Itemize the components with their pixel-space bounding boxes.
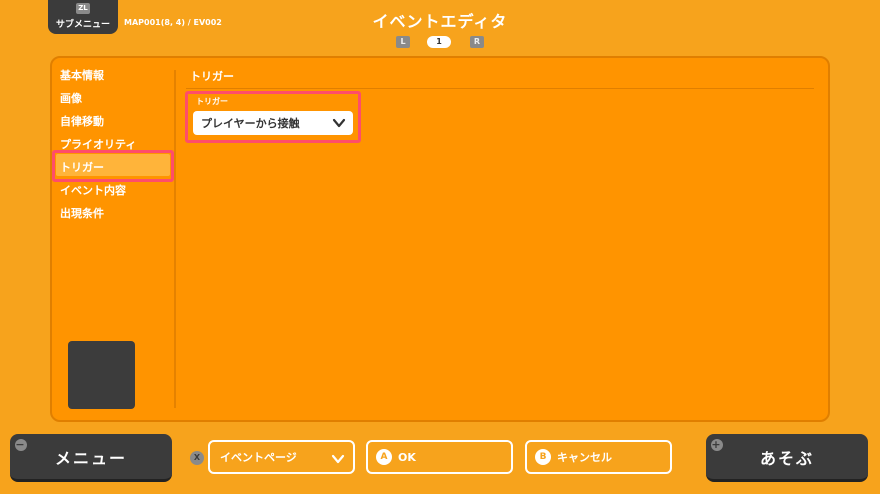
menu-button[interactable]: − メニュー <box>10 434 172 482</box>
sidebar-item-trigger[interactable]: トリガー <box>60 159 104 175</box>
ok-button[interactable]: A OK <box>366 440 513 474</box>
cancel-button-label: キャンセル <box>557 451 612 464</box>
chevron-down-icon <box>331 454 345 464</box>
trigger-select-value: プレイヤーから接触 <box>201 117 300 130</box>
page-title: イベントエディタ <box>372 12 508 31</box>
trigger-field-label: トリガー <box>196 97 228 106</box>
a-key-icon: A <box>376 449 392 465</box>
cancel-button[interactable]: B キャンセル <box>525 440 672 474</box>
sidebar-item-image[interactable]: 画像 <box>60 90 82 106</box>
event-page-select-label: イベントページ <box>220 451 297 464</box>
play-button[interactable]: + あそぶ <box>706 434 868 482</box>
sidebar-divider <box>174 70 176 408</box>
section-divider <box>186 88 814 89</box>
play-button-label: あそぶ <box>759 448 814 468</box>
x-key-icon: X <box>190 451 204 465</box>
page-prev-l-icon[interactable]: L <box>396 36 410 48</box>
minus-key-icon: − <box>15 438 27 451</box>
sidebar-item-event-contents[interactable]: イベント内容 <box>60 182 126 198</box>
plus-key-icon: + <box>711 438 723 451</box>
main-panel <box>50 56 830 422</box>
b-key-icon: B <box>535 449 551 465</box>
ok-button-label: OK <box>398 450 416 464</box>
page-number-badge: 1 <box>427 36 451 48</box>
trigger-select[interactable]: プレイヤーから接触 <box>193 111 353 135</box>
menu-button-label: メニュー <box>54 448 127 468</box>
page-next-r-icon[interactable]: R <box>470 36 484 48</box>
sidebar-item-priority[interactable]: プライオリティ <box>60 136 136 152</box>
sidebar-item-basic-info[interactable]: 基本情報 <box>60 67 104 83</box>
sidebar-item-appearance-conditions[interactable]: 出現条件 <box>60 205 104 221</box>
event-page-select[interactable]: イベントページ <box>208 440 355 474</box>
event-thumbnail[interactable] <box>68 341 135 409</box>
chevron-down-icon <box>332 118 346 128</box>
section-title: トリガー <box>190 70 234 83</box>
sidebar-item-autonomous-movement[interactable]: 自律移動 <box>60 113 104 129</box>
